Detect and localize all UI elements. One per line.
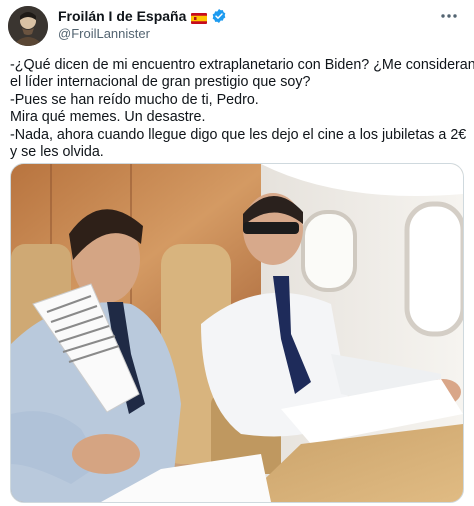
display-name[interactable]: Froilán I de España: [58, 8, 186, 24]
tweet: Froilán I de España @FroilLannister -¿Qu…: [0, 0, 474, 506]
tweet-photo[interactable]: [10, 163, 464, 503]
tweet-text-line: -Pues se han reído mucho de ti, Pedro.: [10, 91, 259, 108]
tweet-text-line: -¿Qué dicen de mi encuentro extraplaneta…: [10, 57, 474, 73]
more-options-icon[interactable]: [438, 6, 460, 26]
author-name-row: Froilán I de España: [58, 7, 227, 25]
tweet-text-line: y se les olvida.: [10, 144, 104, 161]
verified-badge-icon: [211, 8, 227, 24]
tweet-text-line: Mira qué memes. Un desastre.: [10, 109, 206, 126]
tweet-text-line: el líder internacional de gran prestigio…: [10, 74, 311, 91]
author-handle[interactable]: @FroilLannister: [58, 26, 150, 41]
tweet-text: -¿Qué dicen de mi encuentro extraplaneta…: [10, 57, 474, 161]
spain-flag-icon: [191, 11, 208, 24]
tweet-text-line: -Nada, ahora cuando llegue digo que les …: [10, 126, 467, 143]
avatar[interactable]: [8, 6, 48, 46]
